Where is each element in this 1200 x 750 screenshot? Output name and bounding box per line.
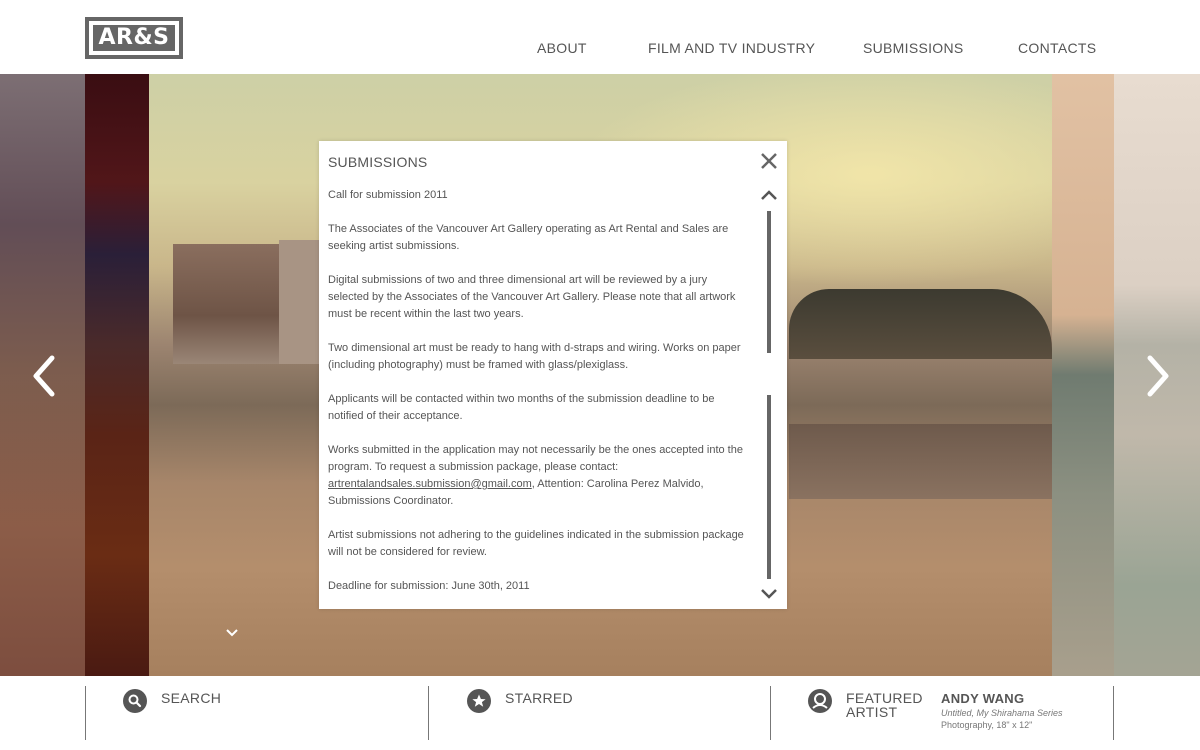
photo-building — [279, 240, 319, 364]
scrollbar-thumb[interactable] — [767, 211, 771, 353]
nav-film-tv-industry[interactable]: FILM AND TV INDUSTRY — [648, 40, 815, 56]
footer-divider — [1113, 686, 1114, 740]
submission-email-link[interactable]: artrentalandsales.submission@gmail.com — [328, 478, 532, 490]
modal-paragraph: Call for submission 2011 — [328, 189, 448, 201]
starred-label: STARRED — [505, 690, 573, 706]
starred-button[interactable]: STARRED — [467, 686, 667, 730]
close-icon[interactable] — [759, 151, 779, 171]
modal-paragraph: The Associates of the Vancouver Art Gall… — [328, 223, 729, 252]
search-button[interactable]: SEARCH — [123, 686, 323, 730]
footer-divider — [428, 686, 429, 740]
nav-submissions[interactable]: SUBMISSIONS — [863, 40, 964, 56]
logo-text: AR&S — [93, 25, 175, 51]
search-label: SEARCH — [161, 690, 222, 706]
featured-artist-name[interactable]: ANDY WANG — [941, 691, 1024, 706]
modal-paragraph: Two dimensional art must be ready to han… — [328, 342, 741, 371]
modal-body: Call for submission 2011 The Associates … — [328, 187, 748, 612]
featured-label-line1: FEATURED — [846, 690, 923, 706]
nav-about[interactable]: ABOUT — [537, 40, 587, 56]
submissions-modal: SUBMISSIONS Call for submission 2011 The… — [319, 141, 787, 609]
featured-label-line2: ARTIST — [846, 704, 898, 720]
footer-divider — [85, 686, 86, 740]
chevron-right-icon[interactable] — [1136, 354, 1176, 398]
chevron-left-icon[interactable] — [26, 354, 66, 398]
featured-artwork-title: Untitled, My Shirahama Series — [941, 708, 1063, 718]
modal-deadline: Deadline for submission: June 30th, 2011 — [328, 580, 530, 592]
photo-treeline — [789, 289, 1052, 359]
featured-artist-button[interactable]: FEATURED ARTIST — [808, 686, 928, 730]
modal-title: SUBMISSIONS — [328, 154, 428, 170]
user-icon — [808, 689, 832, 713]
scrollbar[interactable] — [767, 211, 771, 579]
modal-contact-paragraph: Works submitted in the application may n… — [328, 442, 748, 510]
modal-paragraph: Artist submissions not adhering to the g… — [328, 529, 744, 558]
scroll-up-icon[interactable] — [760, 188, 778, 200]
scroll-down-icon[interactable] — [760, 587, 778, 599]
gallery-image-prev[interactable] — [85, 74, 149, 676]
gallery-image-next[interactable] — [1052, 74, 1114, 676]
chevron-down-icon[interactable] — [224, 626, 240, 638]
scrollbar-track-segment[interactable] — [767, 395, 771, 579]
header: AR&S ABOUT FILM AND TV INDUSTRY SUBMISSI… — [0, 0, 1200, 74]
footer-divider — [770, 686, 771, 740]
contact-text-before: Works submitted in the application may n… — [328, 444, 743, 473]
modal-paragraph: Digital submissions of two and three dim… — [328, 274, 736, 320]
star-icon — [467, 689, 491, 713]
featured-artwork-medium: Photography, 18" x 12" — [941, 720, 1033, 730]
photo-water — [789, 424, 1052, 499]
search-icon — [123, 689, 147, 713]
modal-paragraph: Applicants will be contacted within two … — [328, 393, 715, 422]
logo[interactable]: AR&S — [85, 17, 183, 59]
nav-contacts[interactable]: CONTACTS — [1018, 40, 1096, 56]
